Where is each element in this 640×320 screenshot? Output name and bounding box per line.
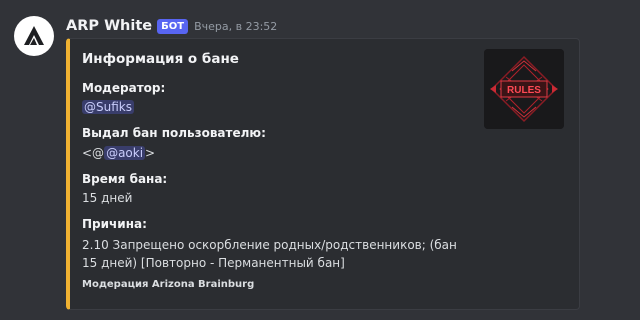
message-header: ARP White БОТ Вчера, в 23:52 bbox=[66, 16, 277, 36]
field-value-reason: 2.10 Запрещено оскорбление родных/родств… bbox=[82, 238, 457, 270]
embed-title: Информация о бане bbox=[82, 51, 239, 67]
bot-avatar[interactable] bbox=[14, 16, 54, 56]
rules-emblem-icon: RULES bbox=[484, 49, 564, 129]
thumbnail-rules-text: RULES bbox=[507, 85, 541, 96]
username[interactable]: ARP White bbox=[66, 18, 152, 34]
field-name-reason: Причина: bbox=[82, 217, 147, 231]
mention-prefix: <@ bbox=[82, 146, 105, 160]
rules-thumbnail[interactable]: RULES bbox=[484, 49, 564, 129]
field-name-moderator: Модератор: bbox=[82, 81, 166, 95]
field-value-moderator: @Sufiks bbox=[82, 98, 134, 116]
banned-user-mention[interactable]: @aoki bbox=[104, 146, 146, 160]
field-value-ban-time: 15 дней bbox=[82, 191, 133, 205]
timestamp[interactable]: Вчера, в 23:52 bbox=[194, 20, 277, 33]
field-name-banned-user: Выдал бан пользователю: bbox=[82, 126, 266, 140]
arizona-logo-icon bbox=[24, 26, 44, 45]
bot-tag: БОТ bbox=[157, 18, 189, 34]
field-name-ban-time: Время бана: bbox=[82, 172, 168, 186]
mention-suffix: > bbox=[145, 146, 156, 160]
moderator-mention[interactable]: @Sufiks bbox=[82, 100, 134, 114]
embed-footer: Модерация Arizona Brainburg bbox=[82, 279, 255, 290]
ban-info-embed: Информация о бане Модератор: @Sufiks Выд… bbox=[66, 38, 580, 310]
field-value-banned-user: <@ @aoki > bbox=[82, 144, 155, 162]
